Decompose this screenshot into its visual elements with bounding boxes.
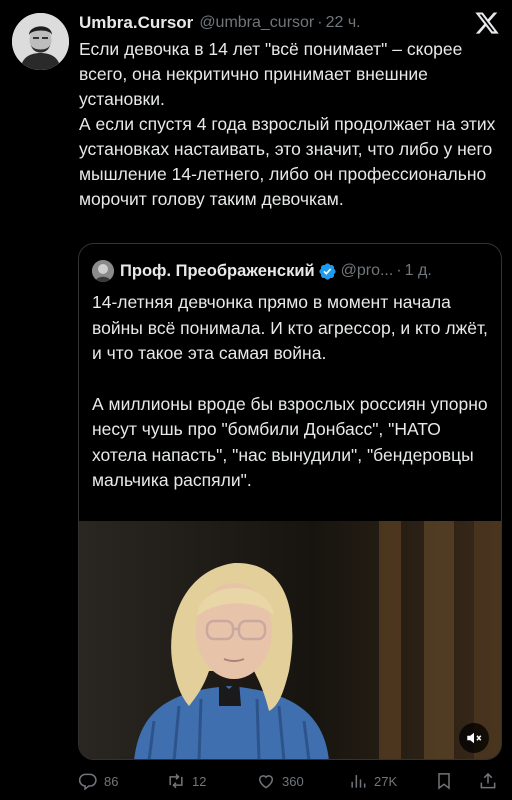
heart-icon — [258, 775, 274, 789]
tweet-paragraph: А если спустя 4 года взрослый продолжает… — [79, 114, 496, 209]
bookmark-button[interactable] — [434, 768, 454, 794]
reply-count: 86 — [104, 773, 119, 789]
retweet-count: 12 — [192, 773, 207, 789]
reply-button[interactable]: 86 — [78, 768, 118, 794]
avatar-image — [12, 13, 69, 70]
tweet-paragraph: Если девочка в 14 лет "всё понимает" – с… — [79, 39, 463, 109]
quoted-author-avatar[interactable] — [92, 260, 114, 282]
tweet-timestamp[interactable]: 22 ч. — [326, 14, 361, 32]
tweet-text: Если девочка в 14 лет "всё понимает" – с… — [79, 37, 501, 212]
share-icon — [480, 772, 496, 789]
avatar[interactable] — [12, 13, 69, 70]
tweet-header: Umbra.Cursor @umbra_cursor · 22 ч. — [79, 11, 361, 35]
bookmark-icon — [438, 773, 450, 790]
views-chart-icon — [351, 775, 366, 788]
video-frame — [79, 521, 501, 759]
quoted-video[interactable] — [79, 521, 501, 759]
x-logo-icon — [475, 12, 499, 34]
views-button[interactable]: 27K — [348, 768, 397, 794]
quoted-tweet[interactable]: Проф. Преображенский @pro... · 1 д. 14-л… — [78, 243, 502, 760]
retweet-icon — [169, 773, 183, 789]
verified-badge-icon — [318, 262, 336, 280]
muted-speaker-icon — [467, 732, 482, 744]
reply-icon — [78, 773, 97, 791]
like-button[interactable]: 360 — [256, 768, 304, 794]
author-handle[interactable]: @umbra_cursor — [199, 14, 314, 32]
quoted-tweet-header: Проф. Преображенский @pro... · 1 д. — [92, 259, 432, 283]
quoted-tweet-paragraph: 14-летняя девчонка прямо в момент начала… — [92, 292, 488, 363]
retweet-button[interactable]: 12 — [166, 768, 206, 794]
quoted-tweet-timestamp[interactable]: 1 д. — [405, 262, 432, 280]
quoted-author-display-name[interactable]: Проф. Преображенский — [120, 262, 315, 281]
mute-button[interactable] — [459, 723, 489, 753]
action-bar: 86 12 360 27K — [78, 768, 502, 794]
quoted-avatar-image — [92, 260, 114, 282]
quoted-tweet-text: 14-летняя девчонка прямо в момент начала… — [92, 290, 494, 494]
tweet: Umbra.Cursor @umbra_cursor · 22 ч. Если … — [0, 0, 512, 800]
separator-dot: · — [396, 262, 402, 279]
share-button[interactable] — [478, 768, 498, 794]
views-count: 27K — [374, 773, 398, 789]
quoted-author-handle[interactable]: @pro... — [341, 262, 394, 280]
author-display-name[interactable]: Umbra.Cursor — [79, 13, 193, 33]
separator-dot: · — [317, 14, 323, 31]
quoted-tweet-paragraph: А миллионы вроде бы взрослых россиян упо… — [92, 393, 488, 491]
like-count: 360 — [282, 773, 304, 789]
